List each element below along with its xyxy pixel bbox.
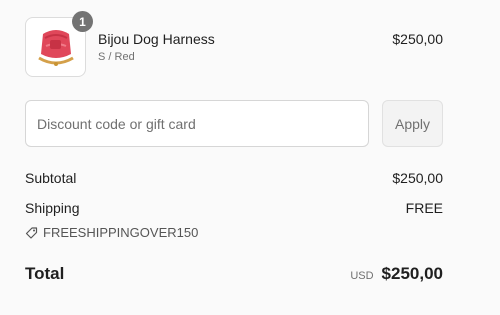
applied-code-text: FREESHIPPINGOVER150 bbox=[43, 225, 199, 240]
product-name: Bijou Dog Harness bbox=[98, 31, 215, 47]
total-amount: USD $250,00 bbox=[350, 264, 443, 284]
subtotal-label: Subtotal bbox=[25, 170, 77, 186]
discount-code-input[interactable] bbox=[25, 100, 369, 147]
tag-icon bbox=[25, 227, 38, 239]
shipping-label: Shipping bbox=[25, 200, 80, 216]
cart-line-item: 1 Bijou Dog Harness S / Red $250,00 bbox=[25, 11, 443, 77]
total-label: Total bbox=[25, 264, 65, 283]
total-row: Total USD $250,00 bbox=[25, 264, 443, 286]
quantity-badge: 1 bbox=[72, 11, 93, 32]
total-value: $250,00 bbox=[381, 264, 443, 283]
order-summary: 1 Bijou Dog Harness S / Red $250,00 Appl… bbox=[0, 0, 500, 315]
product-variant: S / Red bbox=[98, 51, 135, 63]
subtotal-value: $250,00 bbox=[392, 170, 443, 186]
currency-code: USD bbox=[350, 270, 374, 282]
dog-harness-image bbox=[38, 30, 74, 66]
product-price: $250,00 bbox=[392, 31, 443, 47]
shipping-value: FREE bbox=[405, 200, 443, 216]
applied-discount-code: FREESHIPPINGOVER150 bbox=[25, 225, 198, 240]
apply-discount-button[interactable]: Apply bbox=[382, 100, 443, 147]
product-thumbnail: 1 bbox=[25, 11, 93, 77]
